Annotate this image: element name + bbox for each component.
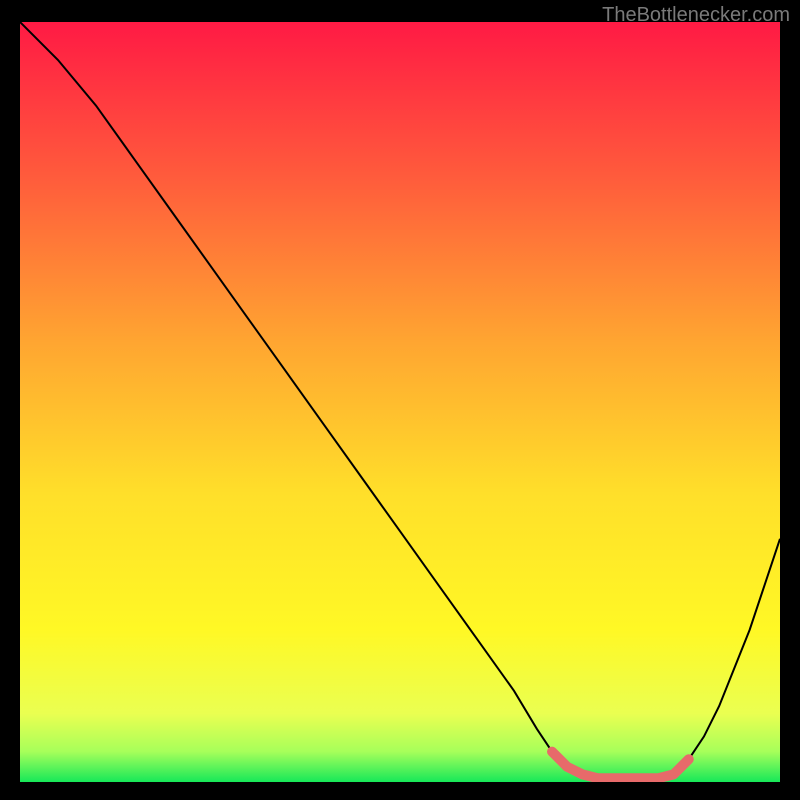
gradient-background <box>20 22 780 782</box>
chart-container: TheBottlenecker.com <box>0 0 800 800</box>
bottleneck-chart <box>20 22 780 782</box>
plot-area <box>20 22 780 782</box>
watermark-label: TheBottlenecker.com <box>602 4 790 27</box>
